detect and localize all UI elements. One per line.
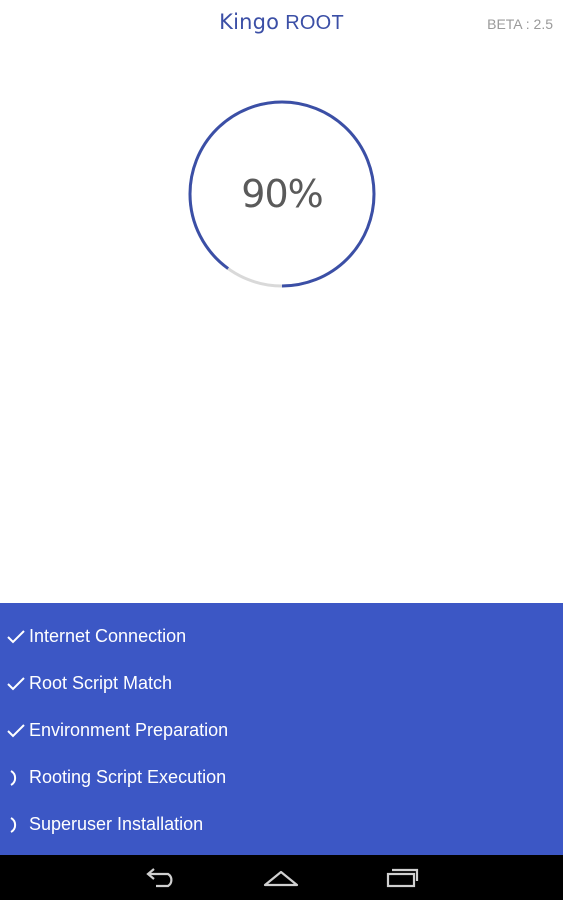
progress-percent: 90% <box>241 172 323 216</box>
recent-apps-icon <box>386 868 419 887</box>
version-label: BETA : 2.5 <box>487 16 553 32</box>
check-icon <box>7 673 29 695</box>
step-item: Superuser Installation <box>0 801 563 848</box>
step-item: Root Script Match <box>0 660 563 707</box>
step-label: Environment Preparation <box>29 720 229 740</box>
home-icon <box>263 870 299 886</box>
app-title: Kingo ROOT <box>0 10 563 35</box>
progress-ring: 90% <box>186 98 378 290</box>
step-item: Environment Preparation <box>0 707 563 754</box>
check-icon <box>7 626 29 648</box>
step-label: Root Script Match <box>29 673 173 693</box>
back-icon <box>146 867 173 887</box>
app-title-brand: Kingo <box>219 10 280 34</box>
step-label: Superuser Installation <box>29 814 204 834</box>
spinner-icon <box>7 814 29 836</box>
app-title-root: ROOT <box>285 12 344 34</box>
step-item: Rooting Script Execution <box>0 754 563 801</box>
nav-home-button[interactable] <box>251 855 311 900</box>
nav-back-button[interactable] <box>131 855 191 900</box>
nav-bar <box>0 855 563 900</box>
step-label: Internet Connection <box>29 626 187 646</box>
app-header: Kingo ROOT BETA : 2.5 <box>0 0 563 50</box>
spinner-icon <box>7 767 29 789</box>
steps-panel: Internet Connection Root Script Match Envi… <box>0 603 563 855</box>
step-item: Internet Connection <box>0 613 563 660</box>
nav-recent-apps-button[interactable] <box>372 855 432 900</box>
check-icon <box>7 720 29 742</box>
step-label: Rooting Script Execution <box>29 767 227 787</box>
